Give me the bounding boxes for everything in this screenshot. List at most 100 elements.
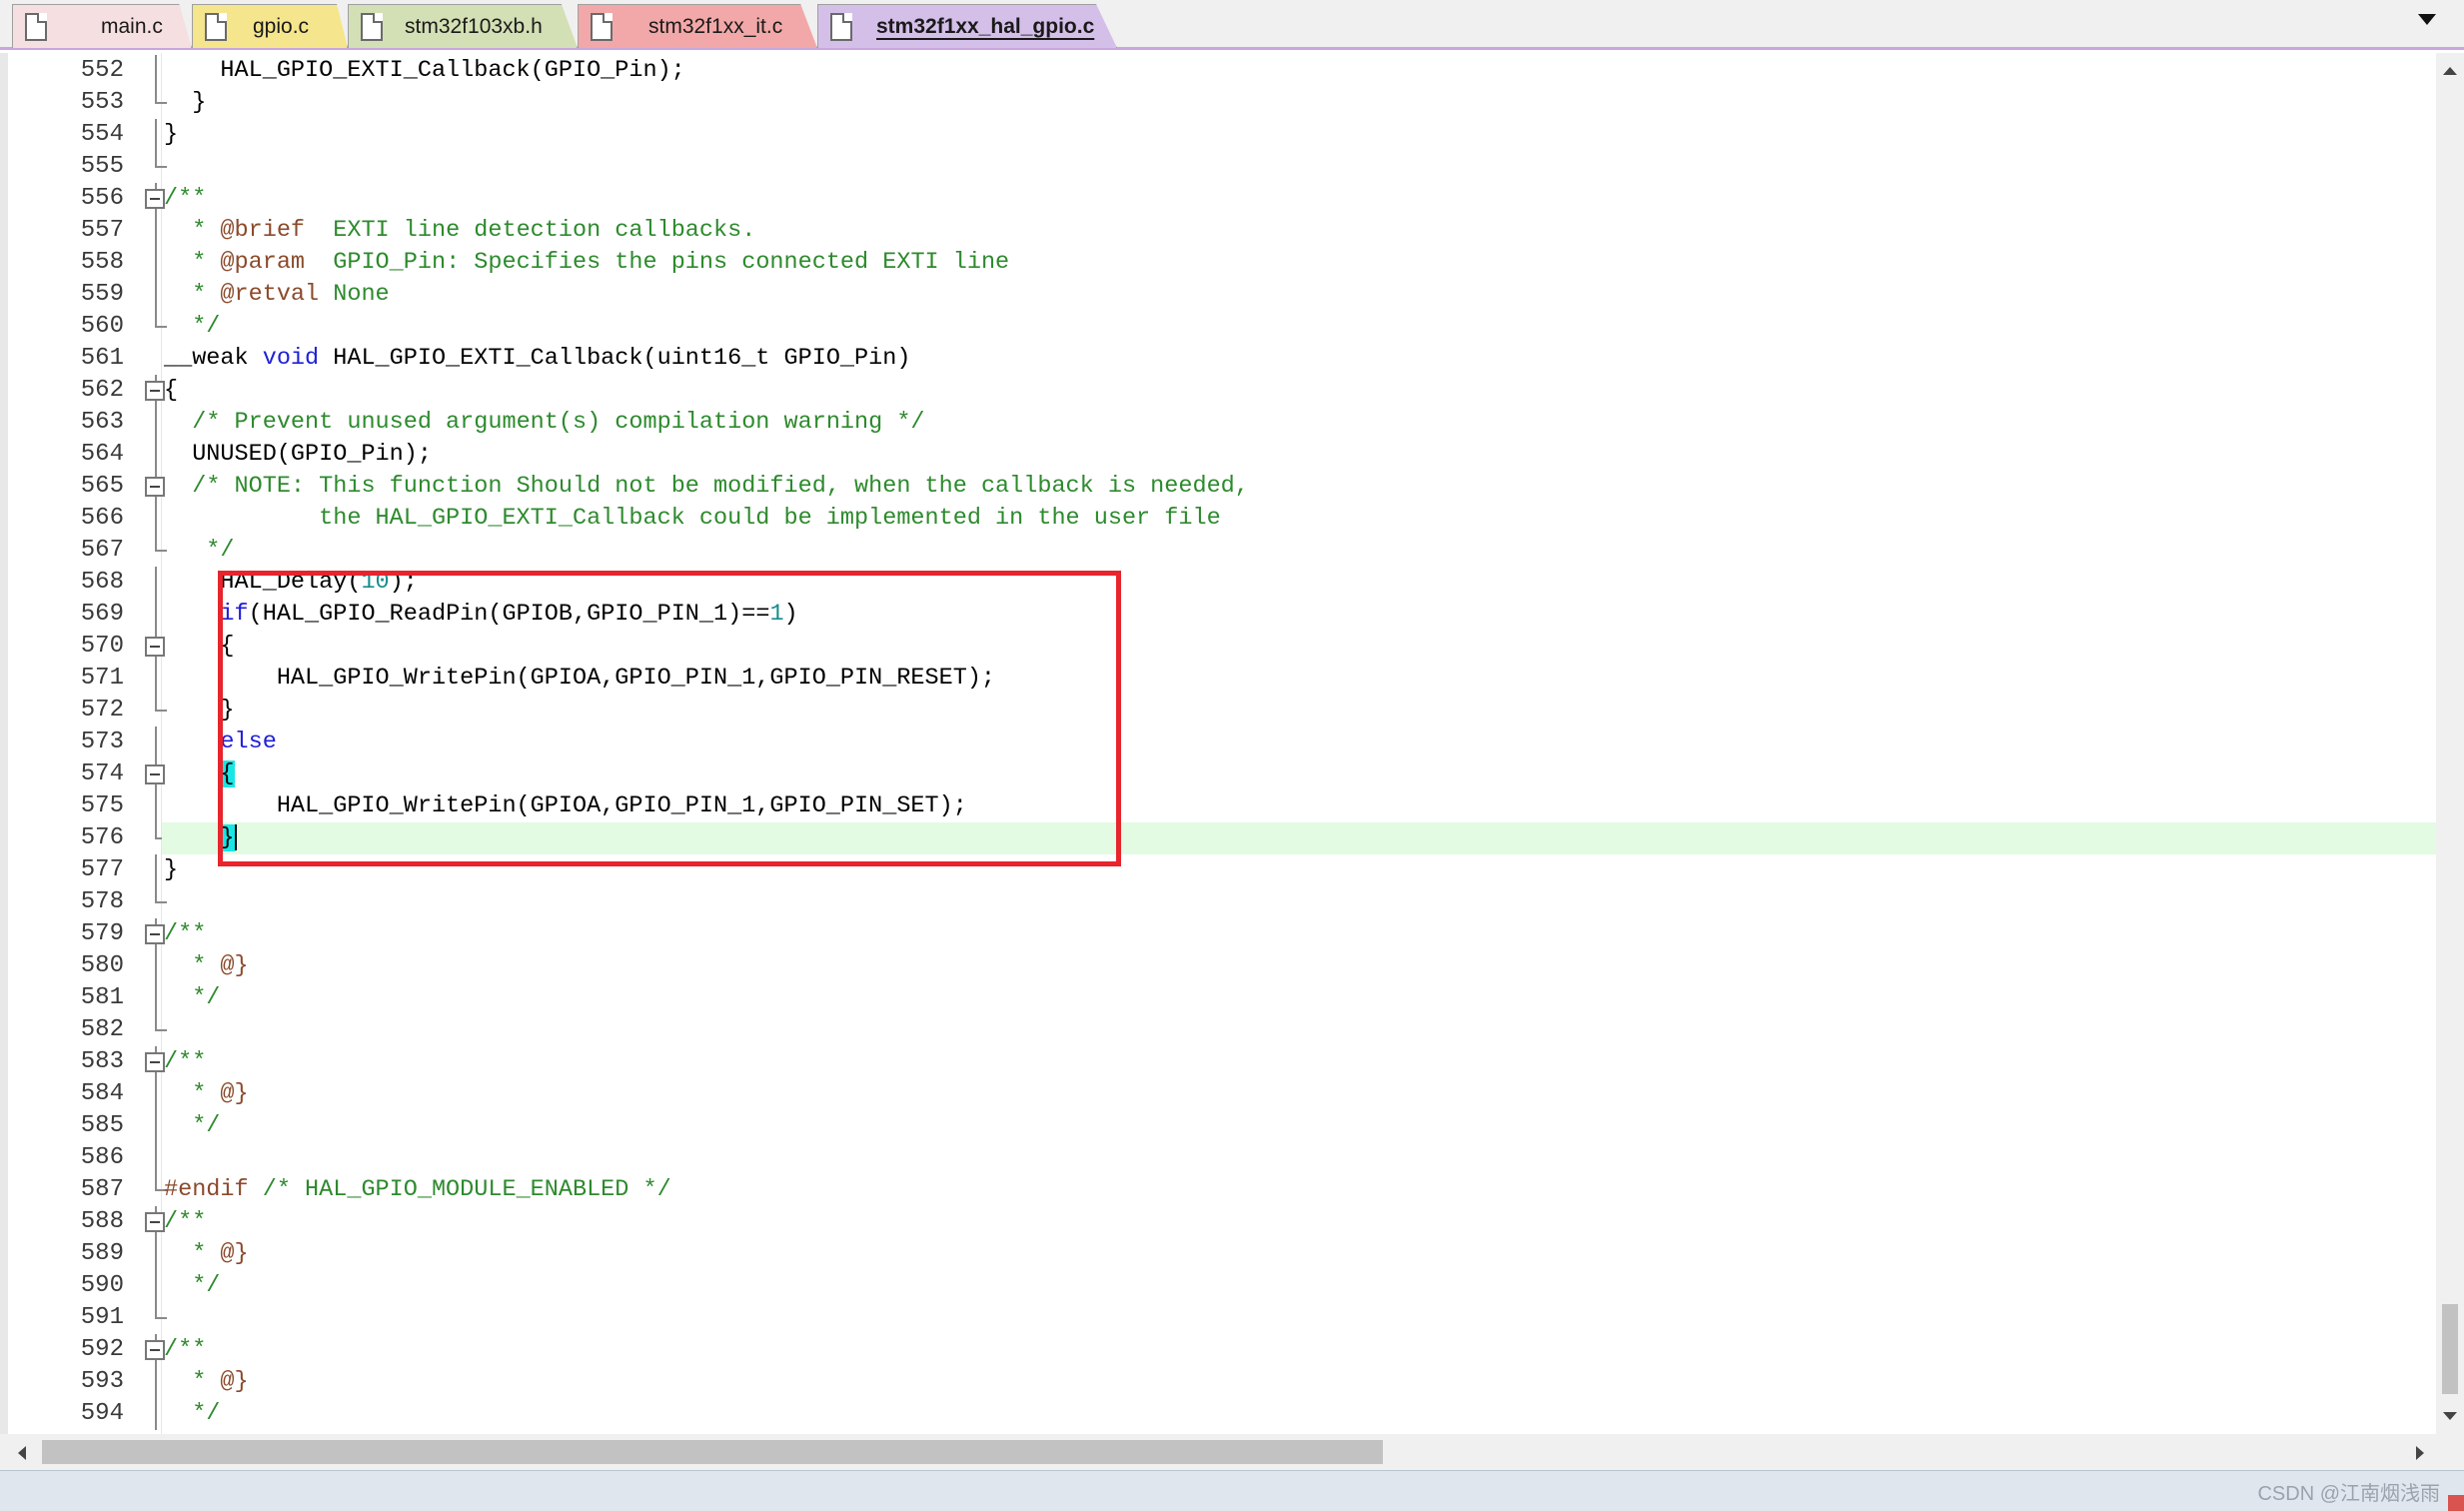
code-line[interactable]: * @param GPIO_Pin: Specifies the pins co… [162,247,2436,279]
code-line[interactable]: * @retval None [162,279,2436,311]
tab-stm32f1xx-hal-gpio-c[interactable]: stm32f1xx_hal_gpio.c [817,4,1117,48]
code-line[interactable]: /* Prevent unused argument(s) compilatio… [162,407,2436,439]
code-line[interactable]: */ [162,1110,2436,1142]
text-caret [234,823,237,850]
line-number: 581 [80,984,124,1011]
code-line[interactable]: } [162,854,2436,886]
code-line[interactable] [162,886,2436,918]
code-token-comment: */ [164,1400,221,1427]
line-number: 554 [80,121,124,148]
scroll-up-arrow-icon[interactable] [2443,67,2457,75]
fold-guide-line [155,727,157,758]
line-number: 590 [80,1272,124,1299]
line-number: 576 [80,824,124,851]
code-line[interactable]: } [162,119,2436,151]
code-line[interactable]: { [162,631,2436,663]
code-line[interactable]: else [162,727,2436,758]
tab-bar: main.c gpio.c stm32f103xb.h stm32f1xx_it.c s… [0,0,2464,50]
code-line[interactable] [162,151,2436,183]
line-number: 556 [80,185,124,212]
fold-guide-line [155,247,157,279]
close-icon[interactable] [2448,1495,2464,1511]
file-icon [361,13,383,41]
code-line[interactable]: /** [162,1046,2436,1078]
code-line[interactable]: HAL_Delay(10); [162,567,2436,599]
code-token-comment: * [164,1368,221,1395]
code-line[interactable]: HAL_GPIO_WritePin(GPIOA,GPIO_PIN_1,GPIO_… [162,663,2436,695]
code-editor[interactable]: 552 553 554 555 556 557 558 559 560 561 562 563 564 5… [0,53,2464,1434]
tab-main-c[interactable]: main.c [12,4,192,48]
tab-label: stm32f103xb.h [405,15,543,38]
code-line[interactable]: __weak void HAL_GPIO_EXTI_Callback(uint1… [162,343,2436,375]
code-token: ) [783,601,798,628]
horizontal-scroll-thumb[interactable] [42,1440,1383,1464]
code-line[interactable]: UNUSED(GPIO_Pin); [162,439,2436,471]
code-token-comment: * [164,1240,221,1267]
code-token-comment: /** [164,1048,207,1075]
code-line[interactable]: /** [162,1206,2436,1238]
code-token-brace-hl: } [220,824,235,851]
vertical-scrollbar[interactable] [2436,53,2464,1434]
fold-guide-line [155,982,157,1014]
code-line[interactable]: */ [162,535,2436,567]
scroll-right-arrow-icon[interactable] [2416,1446,2424,1460]
code-line[interactable]: } [162,695,2436,727]
fold-guide-line [155,1398,157,1430]
code-line[interactable]: */ [162,1270,2436,1302]
code-line[interactable]: */ [162,1398,2436,1430]
code-token-comment: */ [164,313,221,340]
status-bar: CSDN @江南烟浅雨 [0,1470,2464,1511]
code-line[interactable]: the HAL_GPIO_EXTI_Callback could be impl… [162,503,2436,535]
code-line[interactable]: HAL_GPIO_WritePin(GPIOA,GPIO_PIN_1,GPIO_… [162,790,2436,822]
code-line[interactable]: /** [162,183,2436,215]
code-line[interactable]: if(HAL_GPIO_ReadPin(GPIOB,GPIO_PIN_1)==1… [162,599,2436,631]
code-token-doctag: @param [220,249,306,276]
horizontal-scrollbar[interactable] [0,1434,2436,1470]
fold-guide-line [155,535,157,551]
code-line[interactable] [162,1014,2436,1046]
code-token-comment: /* NOTE: This function Should not be mod… [192,473,1249,500]
line-number: 593 [80,1368,124,1395]
fold-guide-line [155,1238,157,1270]
code-line[interactable]: * @brief EXTI line detection callbacks. [162,215,2436,247]
code-token-comment: */ [164,984,221,1011]
code-token-comment: /* Prevent unused argument(s) compilatio… [192,409,925,436]
code-line[interactable]: * @} [162,1238,2436,1270]
code-line[interactable]: */ [162,982,2436,1014]
code-token-comment: the HAL_GPIO_EXTI_Callback could be impl… [164,505,1221,532]
code-line-current[interactable]: } [162,822,2436,854]
code-line[interactable]: { [162,375,2436,407]
scroll-down-arrow-icon[interactable] [2443,1412,2457,1420]
code-line[interactable]: /* NOTE: This function Should not be mod… [162,471,2436,503]
tab-stm32f1xx-it-c[interactable]: stm32f1xx_it.c [578,4,817,48]
code-line[interactable] [162,1142,2436,1174]
tab-list-dropdown-icon[interactable] [2418,14,2436,25]
scroll-left-arrow-icon[interactable] [18,1446,26,1460]
code-line[interactable]: * @} [162,1366,2436,1398]
code-line[interactable]: /** [162,918,2436,950]
code-line[interactable]: #endif /* HAL_GPIO_MODULE_ENABLED */ [162,1174,2436,1206]
fold-guide-line [155,151,157,167]
code-line[interactable] [162,1302,2436,1334]
code-line[interactable]: { [162,758,2436,790]
vertical-scroll-thumb[interactable] [2442,1304,2458,1394]
editor-left-margin [0,53,8,1434]
fold-guide-line [155,503,157,535]
code-line[interactable]: * @} [162,950,2436,982]
code-token: HAL_GPIO_EXTI_Callback(uint16_t GPIO_Pin… [319,345,911,372]
code-token-comment: /* HAL_GPIO_MODULE_ENABLED */ [248,1176,671,1203]
code-line[interactable]: * @} [162,1078,2436,1110]
code-token-comment: * [164,281,221,308]
code-area[interactable]: HAL_GPIO_EXTI_Callback(GPIO_Pin); }}/** … [162,53,2436,1434]
tab-gpio-c[interactable]: gpio.c [192,4,348,48]
code-line[interactable]: } [162,87,2436,119]
line-number: 580 [80,952,124,979]
code-line[interactable]: HAL_GPIO_EXTI_Callback(GPIO_Pin); [162,55,2436,87]
tab-stm32f103xb-h[interactable]: stm32f103xb.h [348,4,578,48]
code-line[interactable]: */ [162,311,2436,343]
code-line[interactable]: /** [162,1334,2436,1366]
